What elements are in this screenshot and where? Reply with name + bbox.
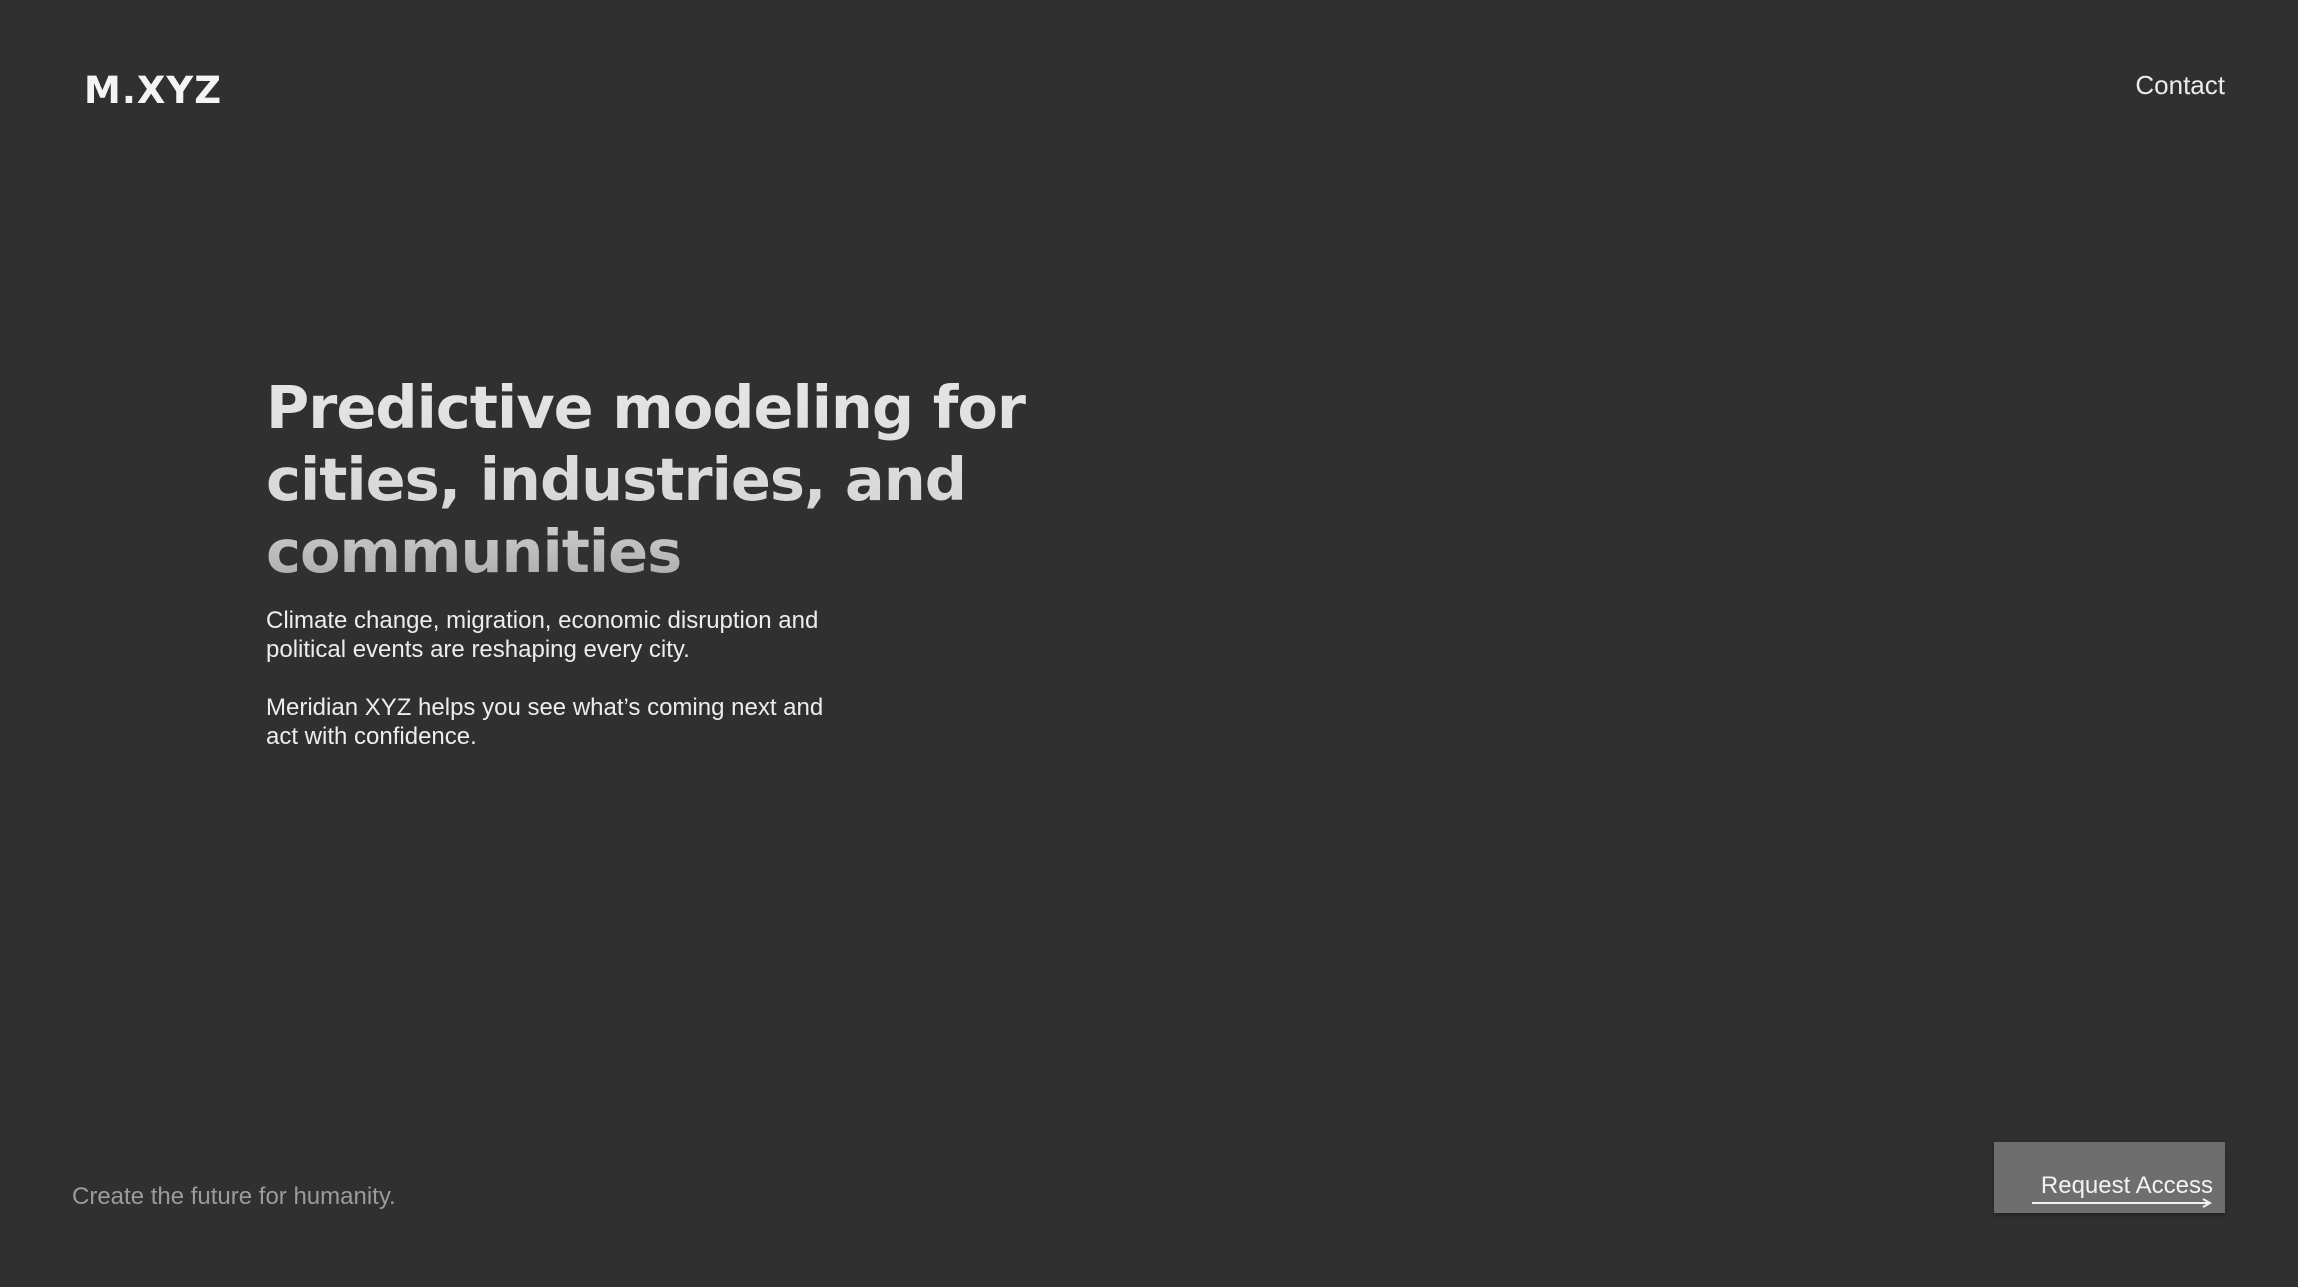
tagline: Create the future for humanity. (72, 1183, 396, 1210)
contact-link[interactable]: Contact (2135, 72, 2225, 98)
logo[interactable]: M.XYZ (84, 72, 222, 109)
hero-title: Predictive modeling for cities, industri… (266, 373, 1026, 586)
hero-paragraph-1: Climate change, migration, economic disr… (266, 607, 819, 663)
request-access-button[interactable]: Request Access (1994, 1142, 2225, 1213)
hero-section: Predictive modeling for cities, industri… (266, 372, 1026, 751)
request-access-label: Request Access (2040, 1172, 2213, 1199)
hero-paragraph-2: Meridian XYZ helps you see what’s coming… (266, 694, 824, 750)
arrow-right-icon (2032, 1198, 2213, 1208)
page: M.XYZ Contact Predictive modeling for ci… (0, 0, 2298, 1287)
